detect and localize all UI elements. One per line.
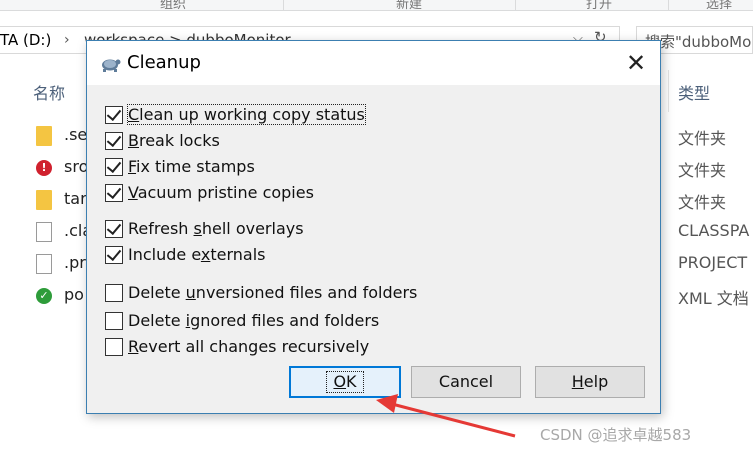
annotation-arrow: [376, 394, 516, 438]
